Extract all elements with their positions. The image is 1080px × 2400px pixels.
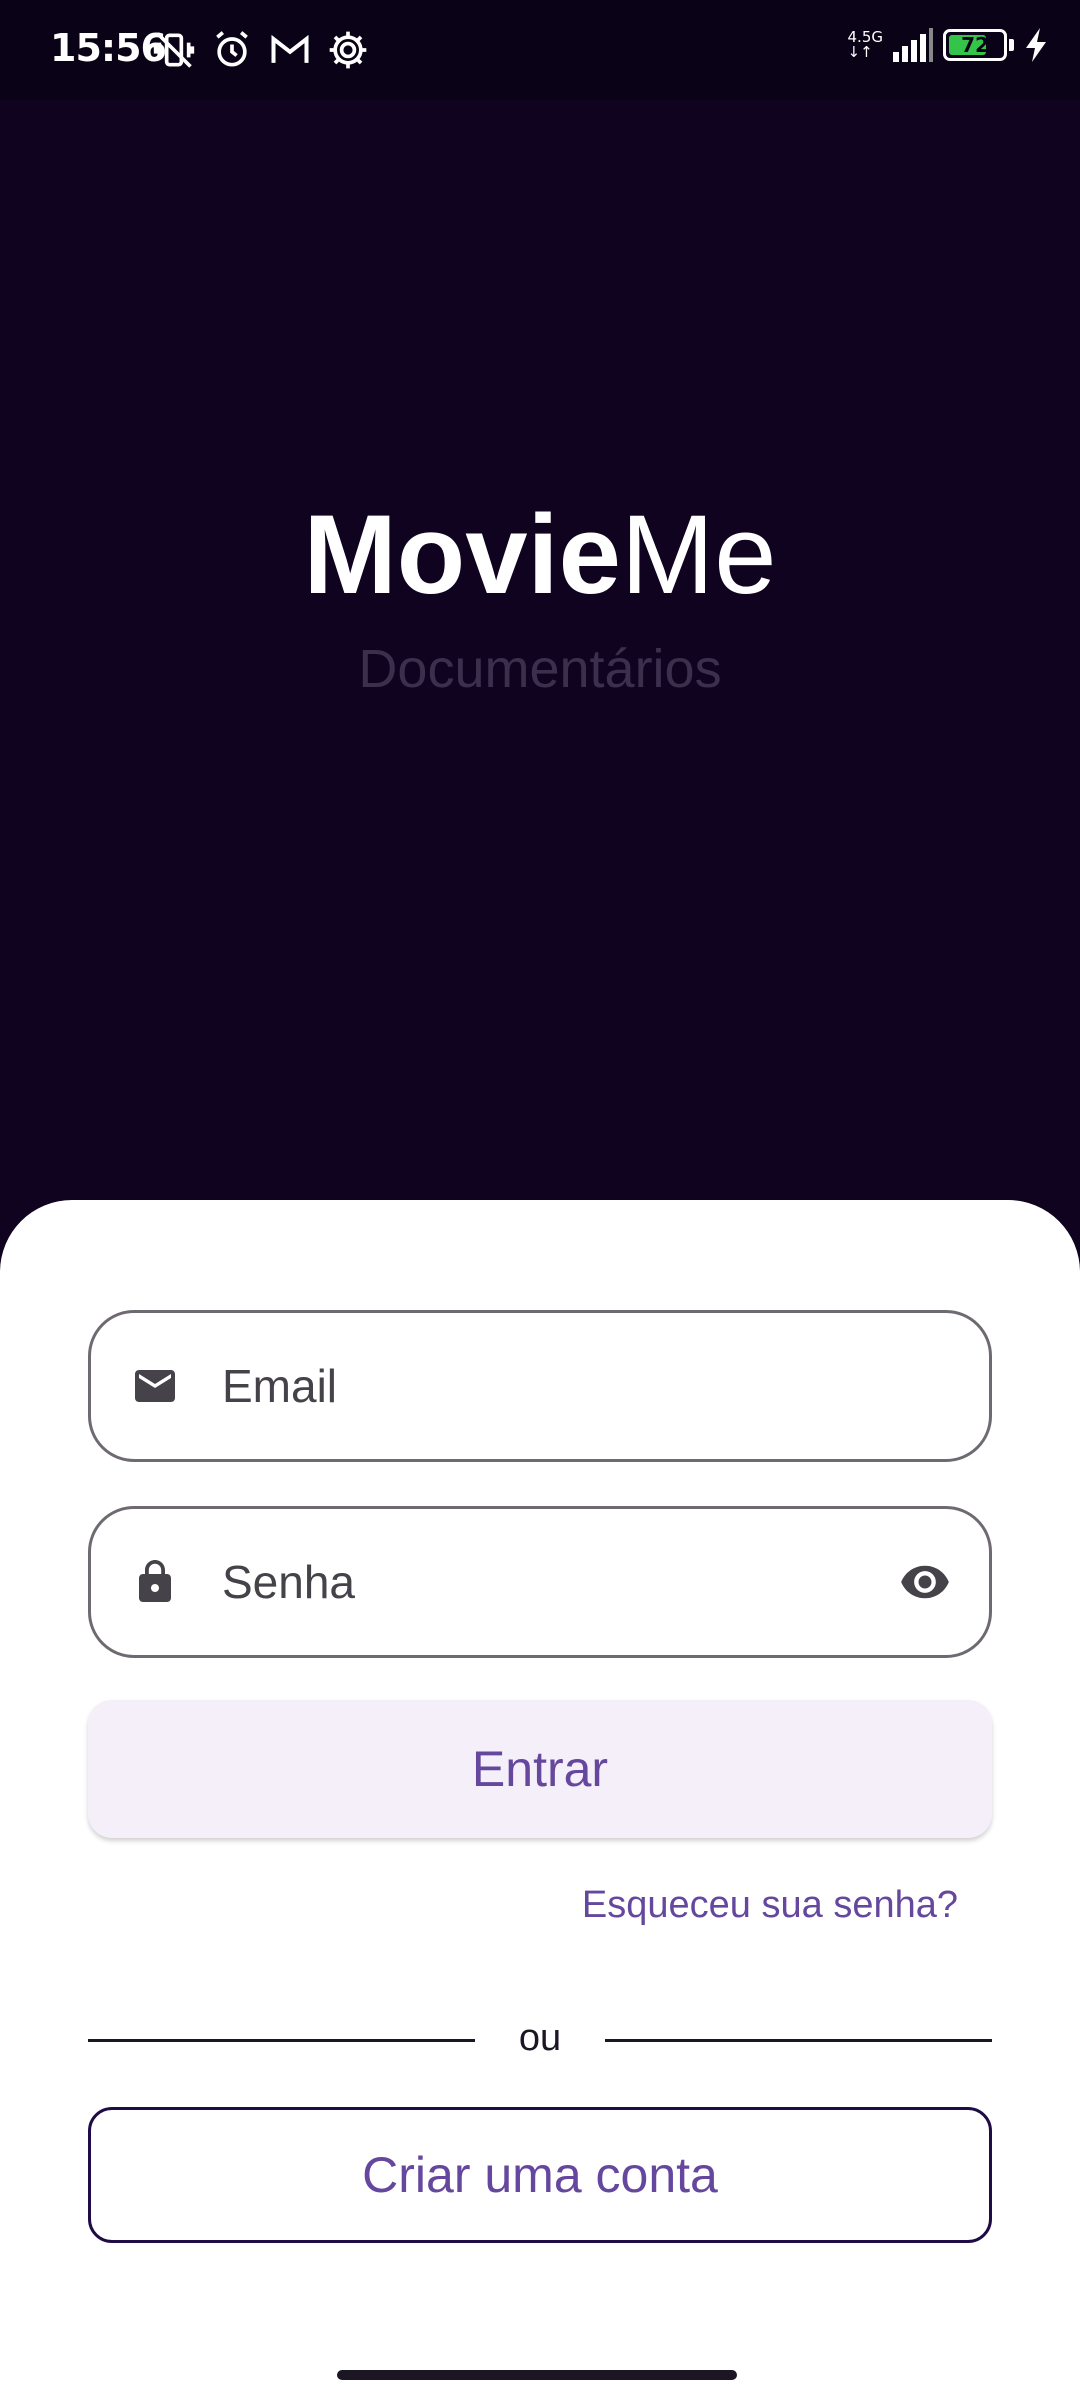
home-indicator[interactable] xyxy=(337,2370,737,2380)
status-time: 15:56 xyxy=(50,26,167,70)
app-title-light: Me xyxy=(620,492,777,617)
eye-icon[interactable] xyxy=(899,1556,951,1608)
create-account-button[interactable]: Criar uma conta xyxy=(88,2107,992,2243)
app-title-bold: Movie xyxy=(303,492,621,617)
app-logo-title: MovieMe xyxy=(0,495,1080,615)
status-bar: 15:56 4.5G ↓↑ 72 xyxy=(0,0,1080,100)
signal-icon xyxy=(893,28,933,62)
password-placeholder: Senha xyxy=(222,1556,356,1608)
or-divider: ou xyxy=(88,2015,992,2065)
login-button[interactable]: Entrar xyxy=(88,1700,992,1838)
network-type: 4.5G ↓↑ xyxy=(848,30,883,60)
email-placeholder: Email xyxy=(222,1360,338,1412)
forgot-password-link[interactable]: Esqueceu sua senha? xyxy=(582,1884,958,1927)
mail-icon xyxy=(135,1370,175,1402)
login-sheet: Email Senha Entrar Esqueceu sua senha? o… xyxy=(0,1200,1080,2400)
lock-icon xyxy=(139,1560,171,1602)
status-icons-left xyxy=(152,28,370,72)
login-screen: 15:56 4.5G ↓↑ 72 MovieMe Documentários E… xyxy=(0,0,1080,2400)
charging-bolt-icon xyxy=(1026,28,1046,62)
app-subtitle: Documentários xyxy=(358,639,722,699)
alarm-icon xyxy=(216,31,248,67)
settings-gear-icon xyxy=(329,31,367,69)
vibrate-off-icon xyxy=(153,32,195,68)
status-icons-right: 4.5G ↓↑ 72 xyxy=(848,28,1050,62)
email-field[interactable]: Email xyxy=(88,1310,992,1462)
divider-line-right xyxy=(605,2039,992,2042)
battery-tip xyxy=(1009,39,1014,51)
battery-icon: 72 xyxy=(943,29,1007,61)
network-activity: ↓↑ xyxy=(847,43,873,61)
password-field[interactable]: Senha xyxy=(88,1506,992,1658)
gmail-icon xyxy=(271,34,309,63)
battery-level: 72 xyxy=(961,33,989,57)
